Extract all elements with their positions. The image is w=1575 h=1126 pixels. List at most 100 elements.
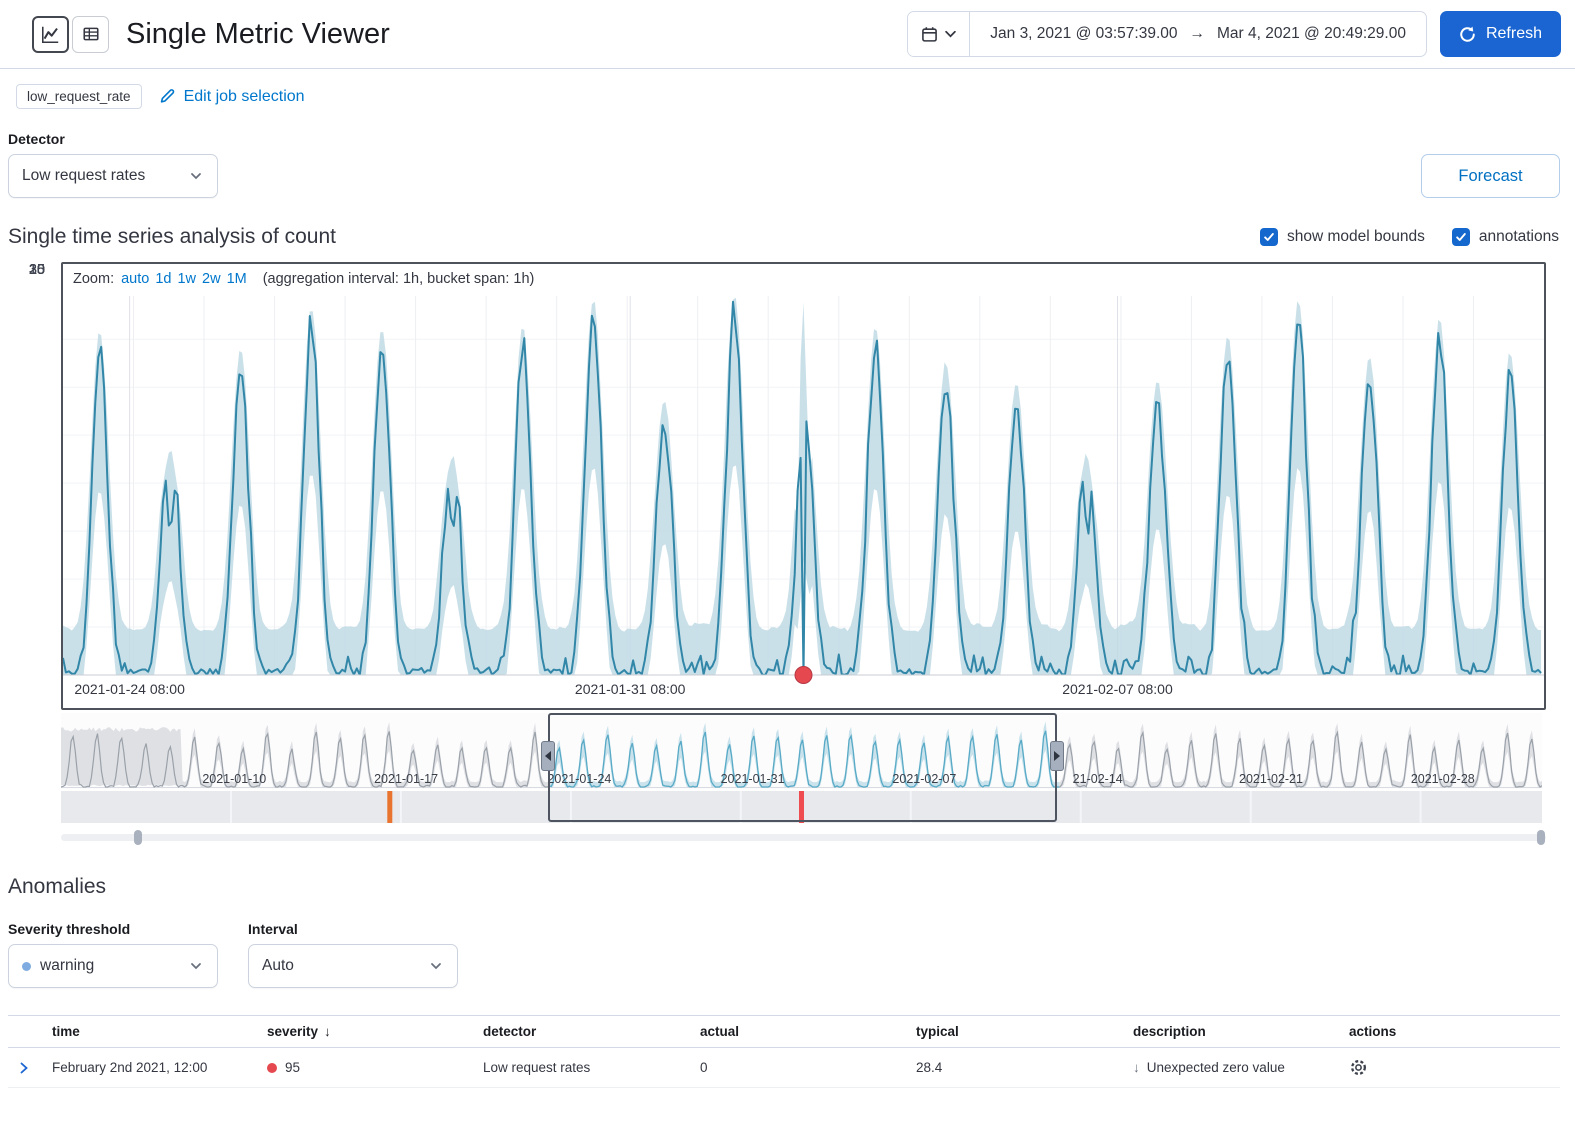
interval-label: Interval	[248, 921, 458, 937]
svg-text:2021-01-24 08:00: 2021-01-24 08:00	[74, 681, 185, 697]
zoom-option-2w[interactable]: 2w	[202, 271, 221, 287]
svg-text:2021-02-07: 2021-02-07	[892, 772, 956, 786]
job-selection-row: low_request_rate Edit job selection	[0, 69, 1575, 121]
interval-selected-value: Auto	[262, 957, 428, 975]
anomaly-table-row: February 2nd 2021, 12:00 95 Low request …	[8, 1048, 1560, 1088]
refresh-label: Refresh	[1486, 25, 1542, 43]
scrollbar-handle-left[interactable]	[134, 830, 142, 845]
arrow-down-icon: ↓	[1133, 1060, 1140, 1075]
severity-threshold-label: Severity threshold	[8, 921, 218, 937]
expand-row-button[interactable]	[16, 1060, 32, 1076]
show-model-bounds-label: show model bounds	[1287, 228, 1425, 246]
chart-options: show model bounds annotations	[1260, 228, 1559, 246]
col-time: time	[44, 1024, 259, 1039]
anomaly-actual: 0	[692, 1060, 908, 1075]
handle-arrow-left-icon	[545, 751, 551, 761]
selection-handle-right[interactable]	[1050, 741, 1064, 771]
col-description: description	[1125, 1024, 1341, 1039]
annotations-checkbox[interactable]: annotations	[1452, 228, 1559, 246]
zoom-option-1w[interactable]: 1w	[177, 271, 196, 287]
col-actual: actual	[692, 1024, 908, 1039]
start-date[interactable]: Jan 3, 2021 @ 03:57:39.00	[990, 25, 1177, 43]
table-view-button[interactable]	[72, 16, 109, 53]
refresh-icon	[1459, 26, 1476, 43]
checkbox-checked-icon	[1452, 228, 1470, 246]
col-actions: actions	[1341, 1024, 1560, 1039]
main-chart-panel: Zoom: auto 1d 1w 2w 1M (aggregation interval…	[61, 262, 1546, 710]
chart-view-button[interactable]	[32, 16, 69, 53]
single-metric-viewer-page: Single Metric Viewer Jan 3, 2021 @ 03:57…	[0, 0, 1575, 1126]
calendar-icon	[921, 26, 938, 43]
severity-threshold-field: Severity threshold warning	[8, 921, 218, 988]
forecast-button[interactable]: Forecast	[1421, 154, 1560, 198]
annotations-label: annotations	[1479, 228, 1559, 246]
end-date[interactable]: Mar 4, 2021 @ 20:49:29.00	[1217, 25, 1406, 43]
anomalies-title: Anomalies	[8, 875, 1560, 899]
svg-text:2021-01-10: 2021-01-10	[202, 772, 266, 786]
scrollbar-track[interactable]	[61, 834, 1546, 841]
sort-descending-icon: ↓	[324, 1024, 331, 1039]
severity-threshold-select[interactable]: warning	[8, 944, 218, 988]
page-title: Single Metric Viewer	[126, 18, 390, 51]
edit-job-selection-link[interactable]: Edit job selection	[159, 88, 305, 106]
severity-warning-dot	[22, 962, 31, 971]
svg-text:2021-02-07 08:00: 2021-02-07 08:00	[1062, 681, 1173, 697]
header-right: Jan 3, 2021 @ 03:57:39.00 → Mar 4, 2021 …	[907, 11, 1561, 57]
svg-text:2021-01-31: 2021-01-31	[721, 772, 785, 786]
interval-field: Interval Auto	[248, 921, 458, 988]
anomalies-table-header: time severity ↓ detector actual typical …	[8, 1015, 1560, 1048]
zoom-option-auto[interactable]: auto	[121, 271, 149, 287]
zoom-controls: Zoom: auto 1d 1w 2w 1M (aggregation interval…	[63, 264, 1544, 290]
refresh-button[interactable]: Refresh	[1440, 11, 1561, 57]
series-header: Single time series analysis of count sho…	[0, 198, 1575, 262]
chevron-down-icon	[188, 958, 204, 974]
anomalies-filters: Severity threshold warning Interval Auto	[8, 921, 1560, 988]
severity-selected-value: warning	[40, 957, 188, 975]
chevron-right-icon	[16, 1060, 32, 1076]
context-chart[interactable]: 2021-01-10 2021-01-17 2021-01-24 2021-01-31…	[61, 713, 1542, 825]
time-series-chart-area: 05101520253035 Zoom: auto1d1w2w1M (aggre…	[61, 262, 1546, 845]
view-toggle	[32, 16, 109, 53]
anomaly-severity: 95	[259, 1060, 475, 1075]
col-severity[interactable]: severity ↓	[259, 1024, 475, 1039]
chevron-down-icon	[428, 958, 444, 974]
anomalies-section: Anomalies Severity threshold warning Int…	[0, 845, 1575, 1088]
svg-text:2021-01-17: 2021-01-17	[374, 772, 438, 786]
anomaly-typical: 28.4	[908, 1060, 1125, 1075]
header-left: Single Metric Viewer	[32, 16, 390, 53]
row-actions-button[interactable]	[1349, 1058, 1368, 1077]
detector-field: Detector Low request rates	[8, 131, 218, 198]
detector-label: Detector	[8, 131, 218, 147]
detector-select[interactable]: Low request rates	[8, 154, 218, 198]
svg-text:2021-01-24: 2021-01-24	[547, 772, 611, 786]
quick-select-date-button[interactable]	[908, 12, 970, 56]
zoom-option-1d[interactable]: 1d	[155, 271, 171, 287]
edit-job-selection-label: Edit job selection	[184, 88, 305, 106]
pencil-icon	[159, 88, 176, 105]
series-title: Single time series analysis of count	[8, 225, 336, 249]
svg-text:21-02-14: 21-02-14	[1073, 772, 1123, 786]
zoom-label: Zoom:	[73, 271, 114, 287]
context-scrollbar[interactable]	[61, 830, 1546, 845]
y-axis-label: 35	[11, 262, 45, 278]
gear-icon	[1349, 1058, 1368, 1077]
col-typical: typical	[908, 1024, 1125, 1039]
header: Single Metric Viewer Jan 3, 2021 @ 03:57…	[0, 0, 1575, 68]
aggregation-note: (aggregation interval: 1h, bucket span: …	[263, 271, 535, 287]
line-chart-icon	[41, 25, 60, 44]
anomaly-detector: Low request rates	[475, 1060, 692, 1075]
main-time-series-chart[interactable]: 2021-01-24 08:00 2021-01-31 08:00 2021-02-…	[63, 290, 1544, 708]
show-model-bounds-checkbox[interactable]: show model bounds	[1260, 228, 1425, 246]
interval-select[interactable]: Auto	[248, 944, 458, 988]
date-range-display: Jan 3, 2021 @ 03:57:39.00 → Mar 4, 2021 …	[970, 25, 1426, 43]
selection-handle-left[interactable]	[541, 741, 555, 771]
scrollbar-handle-right[interactable]	[1537, 830, 1545, 845]
chevron-down-icon	[188, 168, 204, 184]
table-icon	[82, 25, 100, 43]
chevron-down-icon	[945, 30, 956, 38]
col-detector: detector	[475, 1024, 692, 1039]
svg-text:2021-02-21: 2021-02-21	[1239, 772, 1303, 786]
anomaly-time: February 2nd 2021, 12:00	[44, 1060, 259, 1075]
zoom-option-1M[interactable]: 1M	[227, 271, 247, 287]
svg-text:2021-01-31 08:00: 2021-01-31 08:00	[575, 681, 686, 697]
